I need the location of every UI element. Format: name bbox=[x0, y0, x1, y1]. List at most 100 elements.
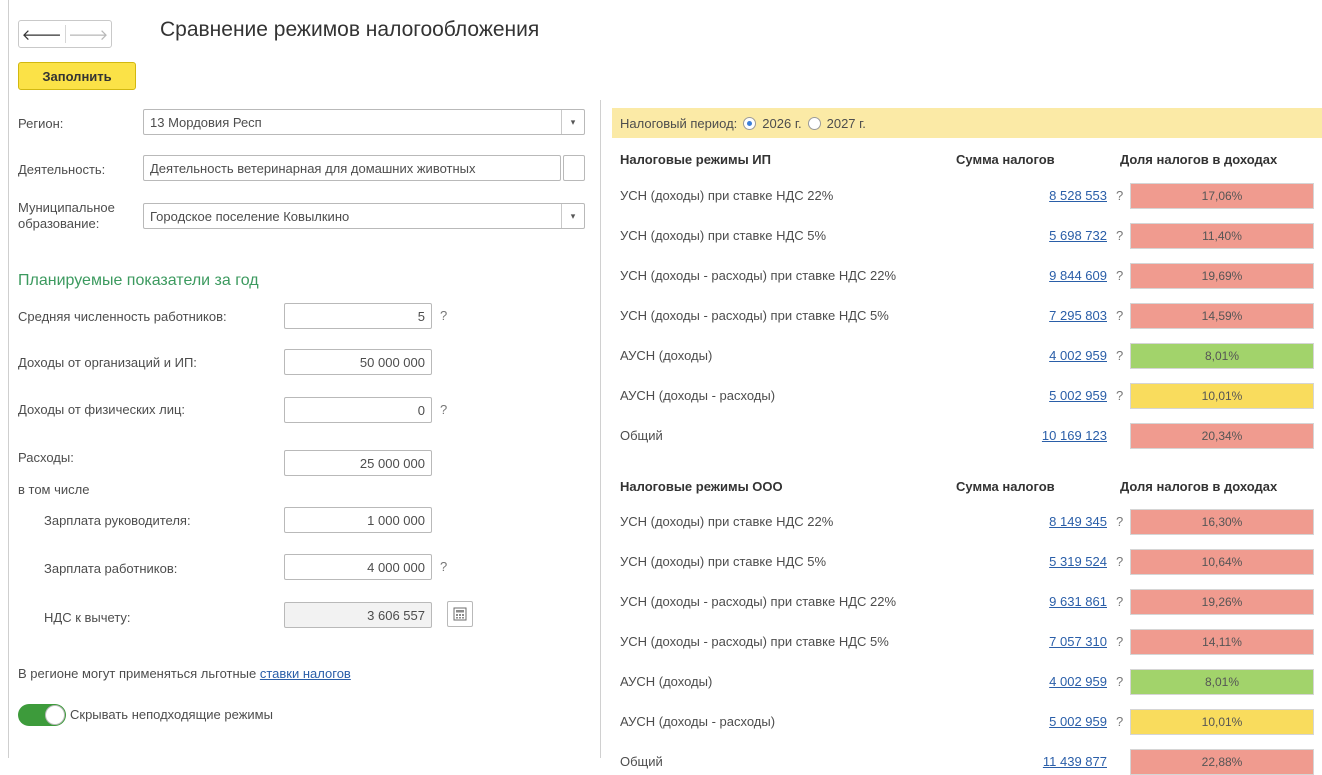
regime-name: Общий bbox=[620, 428, 663, 443]
activity-field[interactable]: Деятельность ветеринарная для домашних ж… bbox=[143, 155, 561, 181]
tax-share-value: 16,30% bbox=[1201, 515, 1243, 529]
income-ind-label: Доходы от физических лиц: bbox=[18, 402, 186, 417]
region-label: Регион: bbox=[18, 116, 64, 131]
period-radio-2027[interactable] bbox=[807, 116, 821, 130]
help-icon[interactable]: ? bbox=[1116, 634, 1123, 649]
help-icon[interactable]: ? bbox=[440, 308, 447, 323]
regime-name: УСН (доходы - расходы) при ставке НДС 22… bbox=[620, 594, 897, 609]
tax-share-value: 8,01% bbox=[1204, 349, 1240, 363]
help-icon[interactable]: ? bbox=[1116, 388, 1123, 403]
municipal-label-line2: образование: bbox=[18, 216, 100, 231]
toggle-knob bbox=[45, 705, 65, 725]
tax-share-bar: 14,11% bbox=[1130, 629, 1314, 655]
tax-share-bar: 10,64% bbox=[1130, 549, 1314, 575]
fill-button[interactable]: Заполнить bbox=[18, 62, 136, 90]
help-icon[interactable]: ? bbox=[1116, 228, 1123, 243]
period-radio-2026[interactable] bbox=[743, 116, 757, 130]
help-icon[interactable]: ? bbox=[1116, 594, 1123, 609]
activity-label: Деятельность: bbox=[18, 162, 106, 177]
regime-name: УСН (доходы) при ставке НДС 5% bbox=[620, 554, 827, 569]
calculator-icon bbox=[453, 607, 467, 621]
help-icon[interactable]: ? bbox=[440, 559, 447, 574]
regime-name: УСН (доходы - расходы) при ставке НДС 5% bbox=[620, 308, 889, 323]
tax-share-bar: 14,59% bbox=[1130, 303, 1314, 329]
help-icon[interactable]: ? bbox=[1116, 514, 1123, 529]
tax-amount-link[interactable]: 11 439 877 bbox=[1043, 754, 1107, 769]
hide-unsuitable-toggle[interactable] bbox=[18, 704, 66, 726]
tax-share-bar: 22,88% bbox=[1130, 749, 1314, 775]
employees-label: Средняя численность работников: bbox=[18, 309, 227, 324]
employees-input[interactable]: 5 bbox=[284, 303, 432, 329]
salary-staff-label: Зарплата работников: bbox=[44, 561, 178, 576]
ooo-share-header: Доля налогов в доходах bbox=[1120, 479, 1278, 494]
tax-amount-link[interactable]: 9 631 861 bbox=[1049, 594, 1107, 609]
tax-share-bar: 10,01% bbox=[1130, 383, 1314, 409]
ip-share-header: Доля налогов в доходах bbox=[1120, 152, 1278, 167]
tax-period-bar: Налоговый период: 2026 г. 2027 г. bbox=[612, 108, 1322, 138]
municipal-label-line1: Муниципальное bbox=[18, 200, 115, 215]
regime-name: АУСН (доходы) bbox=[620, 674, 713, 689]
income-ind-input[interactable]: 0 bbox=[284, 397, 432, 423]
tax-share-value: 8,01% bbox=[1204, 675, 1240, 689]
tax-share-value: 10,64% bbox=[1201, 555, 1243, 569]
tax-share-bar: 11,40% bbox=[1130, 223, 1314, 249]
page-title: Сравнение режимов налогообложения bbox=[160, 18, 540, 41]
ip-sum-header: Сумма налогов bbox=[956, 152, 1055, 167]
help-icon[interactable]: ? bbox=[1116, 348, 1123, 363]
expenses-input[interactable]: 25 000 000 bbox=[284, 450, 432, 476]
salary-staff-input[interactable]: 4 000 000 bbox=[284, 554, 432, 580]
calculator-button[interactable] bbox=[447, 601, 473, 627]
tax-share-bar: 17,06% bbox=[1130, 183, 1314, 209]
regime-name: АУСН (доходы - расходы) bbox=[620, 714, 776, 729]
activity-select-button[interactable] bbox=[563, 155, 585, 181]
vat-input[interactable]: 3 606 557 bbox=[284, 602, 432, 628]
forward-button[interactable]: 🡒 bbox=[66, 21, 112, 47]
income-org-input[interactable]: 50 000 000 bbox=[284, 349, 432, 375]
tax-amount-link[interactable]: 4 002 959 bbox=[1049, 348, 1107, 363]
regime-name: УСН (доходы - расходы) при ставке НДС 22… bbox=[620, 268, 897, 283]
tax-amount-link[interactable]: 8 528 553 bbox=[1049, 188, 1107, 203]
tax-share-value: 10,01% bbox=[1201, 389, 1243, 403]
help-icon[interactable]: ? bbox=[1116, 674, 1123, 689]
period-option-2027[interactable]: 2027 г. bbox=[827, 116, 866, 131]
tax-amount-link[interactable]: 4 002 959 bbox=[1049, 674, 1107, 689]
help-icon[interactable]: ? bbox=[1116, 268, 1123, 283]
tax-rates-link[interactable]: ставки налогов bbox=[260, 666, 351, 681]
tax-share-value: 10,01% bbox=[1201, 715, 1243, 729]
back-button[interactable]: 🡐 bbox=[19, 21, 65, 47]
region-note-text: В регионе могут применяться льготные bbox=[18, 666, 257, 681]
tax-amount-link[interactable]: 9 844 609 bbox=[1049, 268, 1107, 283]
help-icon[interactable]: ? bbox=[1116, 188, 1123, 203]
tax-amount-link[interactable]: 5 002 959 bbox=[1049, 714, 1107, 729]
vat-label: НДС к вычету: bbox=[44, 610, 131, 625]
regime-name: АУСН (доходы - расходы) bbox=[620, 388, 776, 403]
tax-share-value: 20,34% bbox=[1201, 429, 1243, 443]
including-label: в том числе bbox=[18, 482, 90, 497]
chevron-down-icon[interactable]: ▾ bbox=[561, 110, 584, 134]
tax-amount-link[interactable]: 8 149 345 bbox=[1049, 514, 1107, 529]
tax-share-bar: 10,01% bbox=[1130, 709, 1314, 735]
tax-amount-link[interactable]: 5 002 959 bbox=[1049, 388, 1107, 403]
help-icon[interactable]: ? bbox=[440, 402, 447, 417]
tax-amount-link[interactable]: 10 169 123 bbox=[1042, 428, 1107, 443]
tax-share-bar: 8,01% bbox=[1130, 669, 1314, 695]
period-option-2026[interactable]: 2026 г. bbox=[762, 116, 801, 131]
tax-amount-link[interactable]: 7 057 310 bbox=[1049, 634, 1107, 649]
salary-head-input[interactable]: 1 000 000 bbox=[284, 507, 432, 533]
municipal-select[interactable]: Городское поселение Ковылкино ▾ bbox=[143, 203, 585, 229]
tax-share-bar: 20,34% bbox=[1130, 423, 1314, 449]
tax-share-bar: 8,01% bbox=[1130, 343, 1314, 369]
chevron-down-icon[interactable]: ▾ bbox=[561, 204, 584, 228]
tax-amount-link[interactable]: 5 698 732 bbox=[1049, 228, 1107, 243]
ip-regimes-header: Налоговые режимы ИП bbox=[620, 152, 771, 167]
tax-amount-link[interactable]: 5 319 524 bbox=[1049, 554, 1107, 569]
region-select[interactable]: 13 Мордовия Респ ▾ bbox=[143, 109, 585, 135]
income-org-label: Доходы от организаций и ИП: bbox=[18, 355, 197, 370]
tax-amount-link[interactable]: 7 295 803 bbox=[1049, 308, 1107, 323]
region-note: В регионе могут применяться льготные ста… bbox=[18, 666, 351, 681]
help-icon[interactable]: ? bbox=[1116, 554, 1123, 569]
arrow-right-icon: 🡒 bbox=[68, 26, 109, 44]
help-icon[interactable]: ? bbox=[1116, 308, 1123, 323]
help-icon[interactable]: ? bbox=[1116, 714, 1123, 729]
nav-buttons: 🡐 🡒 bbox=[18, 20, 112, 48]
